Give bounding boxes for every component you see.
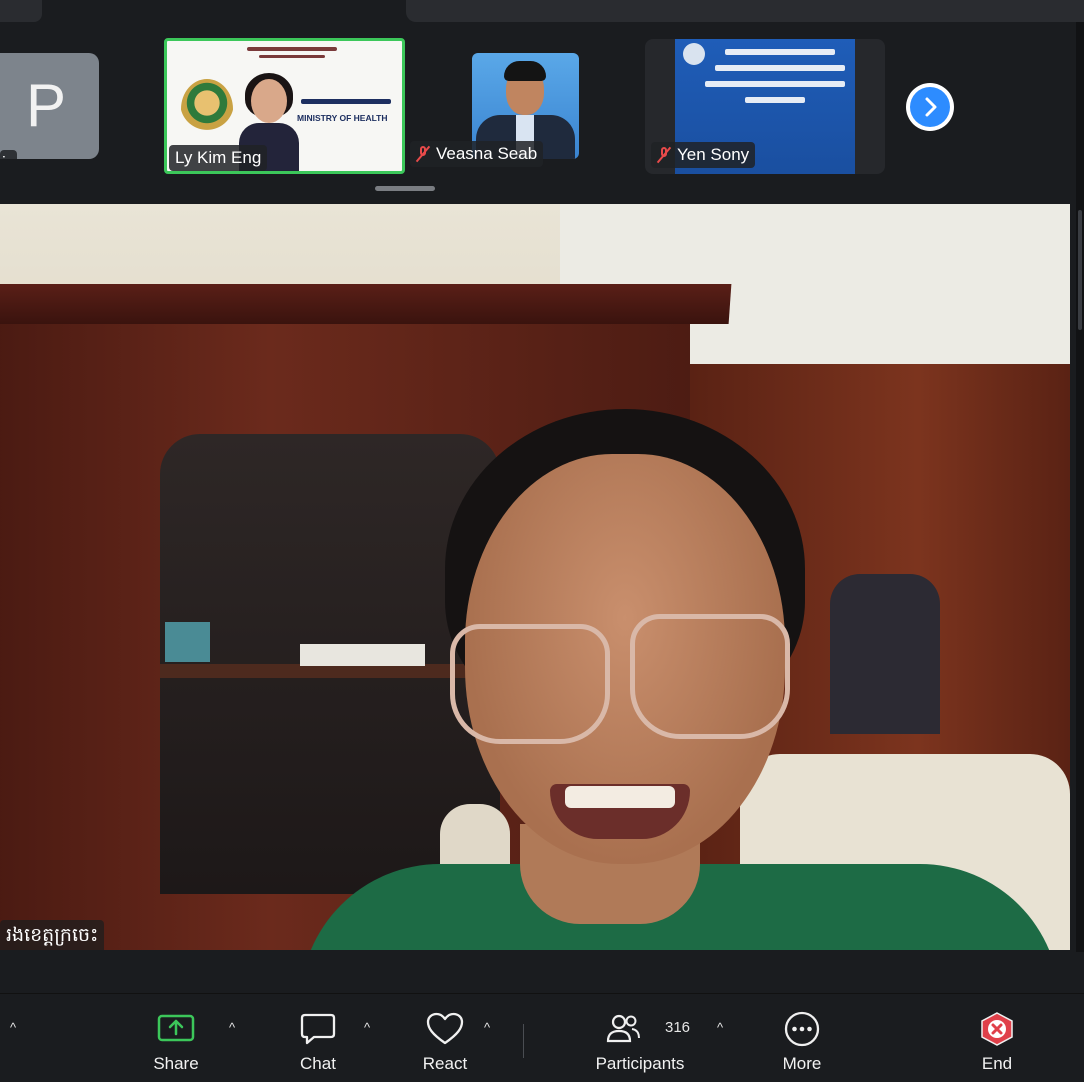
ellipsis-icon <box>783 1011 821 1047</box>
slide-header-line <box>259 55 325 58</box>
end-meeting-button[interactable]: End <box>970 994 1024 1082</box>
participant-tile-ly-kim-eng[interactable]: MINISTRY OF HEALTH Ly Kim Eng <box>164 38 405 174</box>
chat-bubble-icon <box>300 1012 336 1046</box>
react-options-caret[interactable]: ^ <box>480 1020 494 1035</box>
scrollbar-thumb[interactable] <box>1078 210 1082 330</box>
chevron-right-icon <box>910 87 950 127</box>
vertical-scrollbar[interactable] <box>1076 22 1084 952</box>
participant-name-tag: Veasna Seab <box>410 141 544 167</box>
audio-options-caret[interactable]: ^ <box>6 1020 20 1035</box>
slide-header-line <box>247 47 337 51</box>
share-screen-icon <box>157 1012 195 1046</box>
end-label: End <box>981 1054 1013 1073</box>
thumbnail-strip: P in MINISTRY OF HEALTH Ly Kim Eng Veasn… <box>0 22 1084 204</box>
participant-name-tag: Yen Sony <box>651 142 756 168</box>
chat-label: Chat <box>300 1054 336 1073</box>
top-bar-left <box>0 0 42 22</box>
participant-tile-p[interactable]: P in <box>0 53 99 159</box>
participant-name: Yen Sony <box>677 145 750 164</box>
participants-button[interactable]: Participants <box>588 994 692 1082</box>
share-label: Share <box>153 1054 199 1073</box>
muted-mic-icon <box>416 146 430 162</box>
slide-ministry-text: MINISTRY OF HEALTH <box>297 113 388 123</box>
participants-options-caret[interactable]: ^ <box>713 1020 727 1035</box>
main-speaker-video: រងខេត្តក្រចេះ <box>0 204 1070 950</box>
meeting-toolbar: ^ Share ^ Chat ^ React ^ Participants 31… <box>0 993 1084 1082</box>
chat-button[interactable]: Chat <box>288 994 348 1082</box>
react-button[interactable]: React <box>413 994 477 1082</box>
people-icon <box>606 1012 640 1046</box>
participant-tile-veasna-seab[interactable]: Veasna Seab <box>410 53 579 167</box>
react-label: React <box>422 1054 468 1073</box>
toolbar-divider <box>523 1024 524 1058</box>
share-options-caret[interactable]: ^ <box>225 1020 239 1035</box>
muted-mic-icon <box>657 147 671 163</box>
participants-label: Participants <box>595 1054 685 1073</box>
participant-name: Veasna Seab <box>436 144 538 163</box>
chat-options-caret[interactable]: ^ <box>360 1020 374 1035</box>
main-speaker-name: រងខេត្តក្រចេះ <box>0 920 105 950</box>
participant-tile-yen-sony[interactable]: Yen Sony <box>645 39 885 174</box>
ministry-logo <box>181 79 233 139</box>
heart-icon <box>426 1012 464 1046</box>
next-page-button[interactable] <box>906 83 954 131</box>
share-button[interactable]: Share <box>145 994 207 1082</box>
top-bar-right <box>406 0 1084 22</box>
participant-name: Ly Kim Eng <box>169 145 268 171</box>
participants-count: 316 <box>665 1019 691 1036</box>
more-button[interactable]: More <box>772 994 832 1082</box>
end-x-icon <box>979 1012 1015 1046</box>
participant-name: in <box>0 150 18 159</box>
slide-khmer-text <box>301 99 391 104</box>
more-label: More <box>782 1054 822 1073</box>
slide-logo <box>683 43 705 65</box>
avatar-initial: P <box>26 72 67 139</box>
strip-resize-handle[interactable] <box>375 186 435 191</box>
